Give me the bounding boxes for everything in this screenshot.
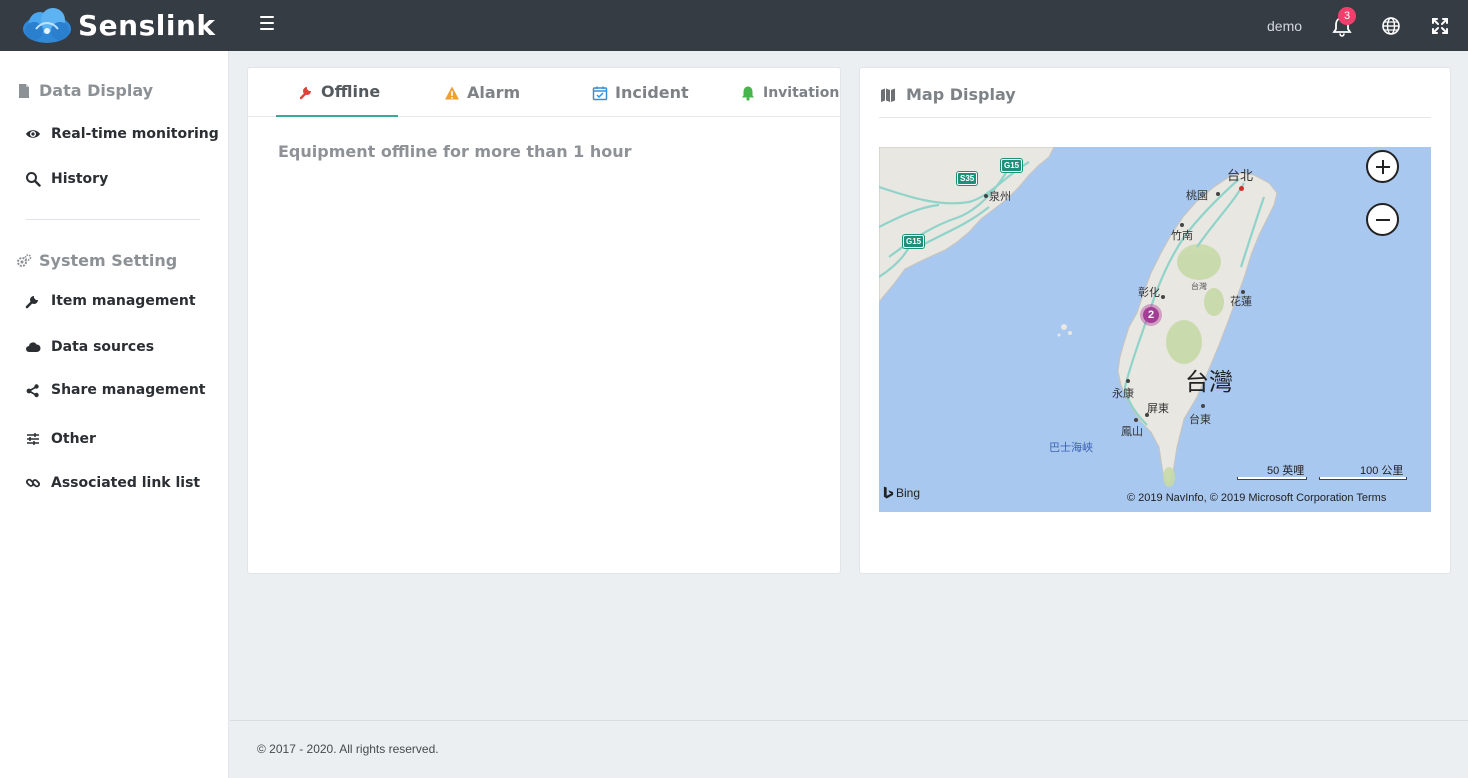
brand-name: Senslink — [78, 9, 216, 42]
share-icon — [26, 384, 39, 398]
document-icon — [19, 83, 29, 98]
footer-copyright: © 2017 - 2020. All rights reserved. — [257, 742, 439, 756]
sidebar-item-label: Other — [51, 431, 96, 447]
link-icon — [25, 478, 41, 488]
bing-icon — [883, 486, 894, 499]
place-marker — [1134, 418, 1138, 422]
footer-divider — [230, 720, 1468, 721]
fullscreen-icon[interactable] — [1429, 15, 1451, 37]
sidebar-item-real-time-monitoring[interactable]: Real-time monitoring — [25, 126, 219, 142]
status-tabs: Offline Alarm Incident Invitation — [248, 68, 840, 117]
scale-miles-label: 50 英哩 — [1267, 465, 1305, 477]
section-data-display: Data Display — [16, 81, 153, 100]
place-label-yongkang: 永康 — [1112, 387, 1134, 400]
map-copyright[interactable]: © 2019 NavInfo, © 2019 Microsoft Corpora… — [1127, 492, 1386, 504]
map-title-divider — [879, 117, 1431, 118]
sidebar-item-other[interactable]: Other — [25, 431, 96, 447]
place-marker — [1216, 192, 1220, 196]
map-panel-title: Map Display — [880, 85, 1016, 104]
cloud-logo-icon — [23, 8, 71, 43]
place-marker — [1201, 404, 1205, 408]
tab-offline[interactable]: Offline — [276, 68, 399, 117]
sidebar-item-label: Item management — [51, 293, 196, 309]
sidebar: Data Display Real-time monitoring Histor… — [0, 51, 229, 778]
status-panel: Offline Alarm Incident Invitation Equipm… — [247, 67, 841, 574]
wrench-icon — [299, 86, 311, 99]
notification-badge: 3 — [1338, 7, 1356, 25]
minus-icon — [1375, 218, 1390, 221]
sidebar-item-history[interactable]: History — [25, 171, 108, 187]
warning-icon — [445, 86, 459, 99]
sidebar-item-label: History — [51, 171, 109, 187]
place-label-hualien: 花蓮 — [1230, 295, 1252, 308]
globe-icon[interactable] — [1380, 15, 1402, 37]
map-panel: Map Display G15 S35 G15 泉州 台北 桃園 竹南 彰化 台… — [859, 67, 1451, 574]
sidebar-item-share-management[interactable]: Share management — [25, 382, 205, 398]
top-navbar: Senslink demo 3 — [0, 0, 1468, 51]
user-name[interactable]: demo — [1267, 18, 1302, 34]
map-canvas[interactable]: G15 S35 G15 泉州 台北 桃園 竹南 彰化 台灣 花蓮 台灣 永康 屏… — [879, 147, 1431, 512]
section-system-setting: System Setting — [16, 251, 177, 270]
place-label-nantou: 台灣 — [1191, 282, 1207, 291]
scale-bar-km — [1319, 477, 1407, 480]
scale-bar-miles — [1237, 477, 1307, 480]
zoom-in-button[interactable] — [1366, 150, 1399, 183]
sidebar-item-label: Associated link list — [51, 475, 201, 491]
map-base-layer — [879, 147, 1278, 487]
place-marker — [1161, 295, 1165, 299]
menu-toggle-icon[interactable] — [260, 16, 274, 30]
bell-icon — [742, 86, 754, 101]
calendar-check-icon — [592, 86, 608, 100]
place-marker — [984, 194, 988, 198]
cloud-icon — [26, 342, 41, 352]
zoom-out-button[interactable] — [1366, 203, 1399, 236]
place-label-taitung: 台東 — [1189, 413, 1211, 426]
map-icon — [881, 88, 895, 102]
tab-alarm[interactable]: Alarm — [444, 68, 520, 117]
brand-logo[interactable]: Senslink — [20, 6, 216, 46]
sliders-icon — [27, 433, 39, 445]
bing-logo[interactable]: Bing — [883, 486, 920, 500]
scale-km-label: 100 公里 — [1360, 465, 1404, 477]
gears-icon — [17, 253, 32, 267]
wrench-icon — [25, 296, 38, 309]
offline-description: Equipment offline for more than 1 hour — [278, 142, 632, 161]
sidebar-item-associated-link-list[interactable]: Associated link list — [25, 475, 200, 491]
sidebar-item-label: Share management — [51, 382, 206, 398]
place-label-zhunan: 竹南 — [1171, 229, 1193, 242]
place-marker — [1126, 379, 1130, 383]
station-cluster-marker[interactable]: 2 — [1140, 304, 1162, 326]
sidebar-item-item-management[interactable]: Item management — [25, 293, 196, 309]
place-label-taoyuan: 桃園 — [1186, 189, 1208, 202]
sidebar-item-label: Real-time monitoring — [51, 126, 219, 142]
place-label-quanzhou: 泉州 — [989, 190, 1011, 203]
place-label-fengshan: 鳳山 — [1121, 425, 1143, 438]
highway-shield: G15 — [1001, 159, 1023, 172]
eye-icon — [26, 130, 40, 138]
capital-marker — [1239, 186, 1244, 191]
place-label-taiwan: 台灣 — [1185, 368, 1233, 396]
plus-icon — [1375, 159, 1390, 174]
sidebar-divider — [26, 219, 200, 220]
place-label-bashi-channel: 巴士海峽 — [1049, 441, 1093, 454]
sidebar-item-label: Data sources — [51, 339, 155, 355]
sidebar-item-data-sources[interactable]: Data sources — [25, 339, 154, 355]
search-icon — [26, 172, 41, 187]
tab-invitation[interactable]: Invitation — [740, 68, 839, 117]
tab-incident[interactable]: Incident — [592, 68, 689, 117]
place-label-changhua: 彰化 — [1138, 286, 1160, 299]
place-label-pingtung: 屏東 — [1147, 402, 1169, 415]
highway-shield: G15 — [903, 235, 925, 248]
place-label-taipei: 台北 — [1227, 169, 1254, 184]
highway-shield: S35 — [957, 172, 978, 185]
